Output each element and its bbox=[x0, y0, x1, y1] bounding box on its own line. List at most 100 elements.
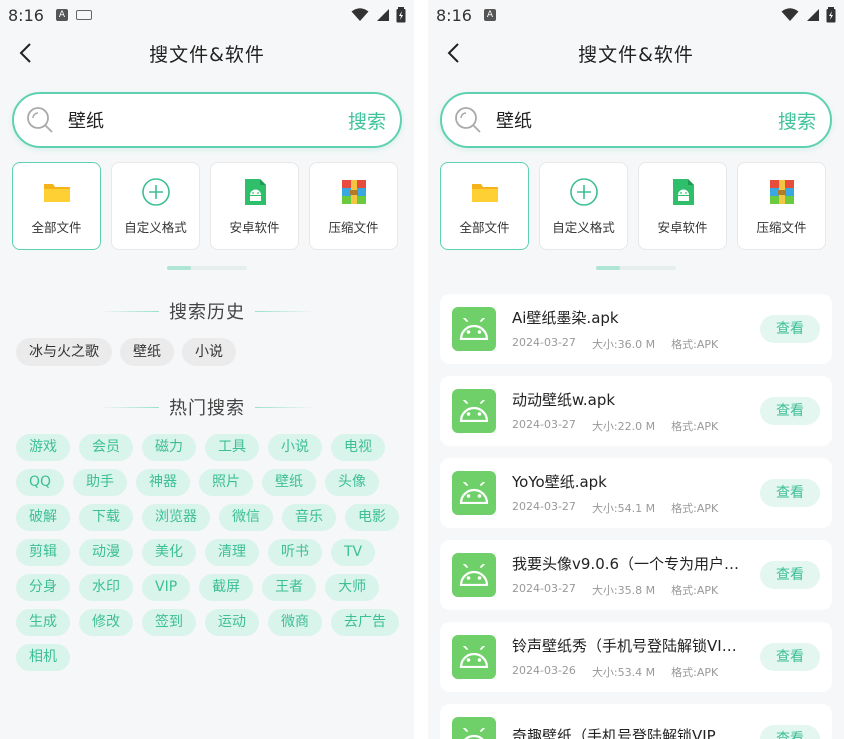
title-bar: 搜文件&软件 bbox=[428, 30, 844, 76]
result-row[interactable]: 铃声壁纸秀（手机号登陆解锁VIP… 2024-03-26 大小:53.4 M 格式:A… bbox=[440, 622, 832, 692]
result-list: Ai壁纸墨染.apk 2024-03-27 大小:36.0 M 格式:APK 查看 动动壁… bbox=[428, 294, 844, 739]
back-arrow-icon[interactable] bbox=[442, 40, 468, 66]
android-app-icon bbox=[244, 178, 266, 205]
category-all-files[interactable]: 全部文件 bbox=[440, 162, 529, 250]
archive-icon bbox=[341, 179, 366, 204]
hot-search-chip[interactable]: 会员 bbox=[79, 434, 133, 461]
status-bar: 8:16 A bbox=[0, 0, 414, 30]
hot-search-chip[interactable]: 动漫 bbox=[79, 539, 133, 566]
hot-search-chip[interactable]: 去广告 bbox=[331, 609, 399, 636]
hot-search-chip[interactable]: 截屏 bbox=[199, 574, 254, 601]
view-button[interactable]: 查看 bbox=[760, 479, 820, 507]
result-row[interactable]: 动动壁纸w.apk 2024-03-27 大小:22.0 M 格式:APK 查看 bbox=[440, 376, 832, 446]
category-label: 全部文件 bbox=[31, 219, 82, 235]
hot-search-chip[interactable]: 小说 bbox=[268, 434, 322, 461]
result-row[interactable]: 奇趣壁纸（手机号登陆解锁VIP功… 查看 bbox=[440, 704, 832, 739]
category-archives[interactable]: 压缩文件 bbox=[737, 162, 826, 250]
hot-search-chip[interactable]: TV bbox=[331, 539, 376, 566]
hot-search-chip[interactable]: 音乐 bbox=[282, 504, 336, 531]
category-label: 自定义格式 bbox=[124, 219, 187, 235]
wifi-icon bbox=[351, 8, 369, 21]
search-button[interactable]: 搜索 bbox=[348, 107, 386, 134]
hot-title: 热门搜索 bbox=[169, 398, 245, 419]
hot-search-list: 游戏 会员 磁力 工具 小说 电视 QQ 助手 神器 照片 壁纸 头像破解 下载 浏览器 微信 音乐 电影剪辑动… bbox=[0, 434, 414, 671]
status-time: 8:16 bbox=[8, 5, 44, 25]
search-input[interactable] bbox=[68, 109, 348, 131]
hot-search-chip[interactable]: 微商 bbox=[268, 609, 322, 636]
result-name: 铃声壁纸秀（手机号登陆解锁VIP… bbox=[512, 636, 744, 655]
category-android-apps[interactable]: 安卓软件 bbox=[210, 162, 299, 250]
page-title: 搜文件&软件 bbox=[578, 43, 694, 66]
result-row[interactable]: 我要头像v9.0.6（一个专为用户… 2024-03-27 大小:35.8 M 格式:… bbox=[440, 540, 832, 610]
hot-search-chip[interactable]: 清理 bbox=[205, 539, 259, 566]
hot-search-chip[interactable]: 听书 bbox=[268, 539, 322, 566]
result-format: 格式:APK bbox=[671, 501, 719, 515]
history-chip[interactable]: 冰与火之歌 bbox=[16, 338, 112, 366]
page-title: 搜文件&软件 bbox=[149, 43, 265, 66]
hot-search-chip[interactable]: 王者 bbox=[262, 574, 317, 601]
view-button[interactable]: 查看 bbox=[760, 561, 820, 589]
view-button[interactable]: 查看 bbox=[760, 643, 820, 671]
result-name: 奇趣壁纸（手机号登陆解锁VIP功… bbox=[512, 726, 744, 739]
signal-icon bbox=[377, 9, 389, 21]
category-archives[interactable]: 压缩文件 bbox=[309, 162, 398, 250]
result-size: 大小:22.0 M bbox=[591, 419, 656, 433]
battery-icon bbox=[826, 7, 836, 23]
hot-search-chip[interactable]: 相机 bbox=[16, 644, 70, 671]
hot-search-chip[interactable]: 下载 bbox=[79, 504, 133, 531]
android-robot-icon bbox=[459, 564, 489, 586]
history-chip[interactable]: 壁纸 bbox=[120, 338, 174, 366]
title-bar: 搜文件&软件 bbox=[0, 30, 414, 76]
view-button[interactable]: 查看 bbox=[760, 725, 820, 739]
view-button[interactable]: 查看 bbox=[760, 397, 820, 425]
wifi-icon bbox=[781, 8, 799, 21]
category-android-apps[interactable]: 安卓软件 bbox=[638, 162, 727, 250]
hot-search-chip[interactable]: 签到 bbox=[142, 609, 196, 636]
result-row[interactable]: Ai壁纸墨染.apk 2024-03-27 大小:36.0 M 格式:APK 查看 bbox=[440, 294, 832, 364]
history-list: 冰与火之歌 壁纸 小说 bbox=[0, 338, 414, 366]
category-custom-format[interactable]: 自定义格式 bbox=[111, 162, 200, 250]
hot-search-chip[interactable]: VIP bbox=[142, 574, 191, 601]
hot-search-chip[interactable]: 美化 bbox=[142, 539, 196, 566]
hot-search-chip[interactable]: 破解 bbox=[16, 504, 70, 531]
hot-search-chip[interactable]: QQ bbox=[16, 469, 65, 496]
search-input[interactable] bbox=[496, 109, 778, 131]
hot-search-chip[interactable]: 大师 bbox=[325, 574, 380, 601]
hot-search-chip[interactable]: 电视 bbox=[331, 434, 385, 461]
hot-search-chip[interactable]: 头像 bbox=[325, 469, 380, 496]
hot-search-chip[interactable]: 水印 bbox=[79, 574, 133, 601]
hot-search-chip[interactable]: 剪辑 bbox=[16, 539, 70, 566]
hot-search-chip[interactable]: 浏览器 bbox=[142, 504, 210, 531]
hot-search-chip[interactable]: 磁力 bbox=[142, 434, 196, 461]
history-chip[interactable]: 小说 bbox=[182, 338, 236, 366]
hot-search-chip[interactable]: 电影 bbox=[345, 504, 399, 531]
hot-search-chip[interactable]: 壁纸 bbox=[262, 469, 317, 496]
result-info: 我要头像v9.0.6（一个专为用户… 2024-03-27 大小:35.8 M 格式:… bbox=[512, 553, 752, 598]
result-row[interactable]: YoYo壁纸.apk 2024-03-27 大小:54.1 M 格式:APK 查看 bbox=[440, 458, 832, 528]
hot-search-chip[interactable]: 微信 bbox=[219, 504, 273, 531]
view-button[interactable]: 查看 bbox=[760, 315, 820, 343]
hot-search-chip[interactable]: 修改 bbox=[79, 609, 133, 636]
hot-search-chip[interactable]: 游戏 bbox=[16, 434, 70, 461]
history-heading: 搜索历史 bbox=[0, 298, 414, 324]
hot-search-chip[interactable]: 助手 bbox=[73, 469, 128, 496]
category-label: 安卓软件 bbox=[229, 219, 280, 235]
result-meta: 2024-03-27 大小:35.8 M 格式:APK bbox=[512, 582, 752, 598]
category-all-files[interactable]: 全部文件 bbox=[12, 162, 101, 250]
category-label: 安卓软件 bbox=[657, 219, 708, 235]
search-icon bbox=[27, 107, 53, 133]
hot-search-chip[interactable]: 分身 bbox=[16, 574, 70, 601]
category-custom-format[interactable]: 自定义格式 bbox=[539, 162, 628, 250]
app-icon bbox=[452, 635, 496, 679]
category-row: 全部文件 自定义格式 安卓软件 压缩文件 bbox=[12, 162, 402, 250]
hot-search-chip[interactable]: 神器 bbox=[136, 469, 191, 496]
hot-search-chip[interactable]: 照片 bbox=[199, 469, 254, 496]
back-arrow-icon[interactable] bbox=[14, 40, 40, 66]
hot-search-chip[interactable]: 生成 bbox=[16, 609, 70, 636]
hot-search-chip[interactable]: 运动 bbox=[205, 609, 259, 636]
hot-search-chip[interactable]: 工具 bbox=[205, 434, 259, 461]
android-robot-icon bbox=[463, 728, 485, 739]
result-size: 大小:54.1 M bbox=[591, 501, 656, 515]
search-button[interactable]: 搜索 bbox=[778, 107, 816, 134]
result-name: Ai壁纸墨染.apk bbox=[512, 308, 619, 327]
